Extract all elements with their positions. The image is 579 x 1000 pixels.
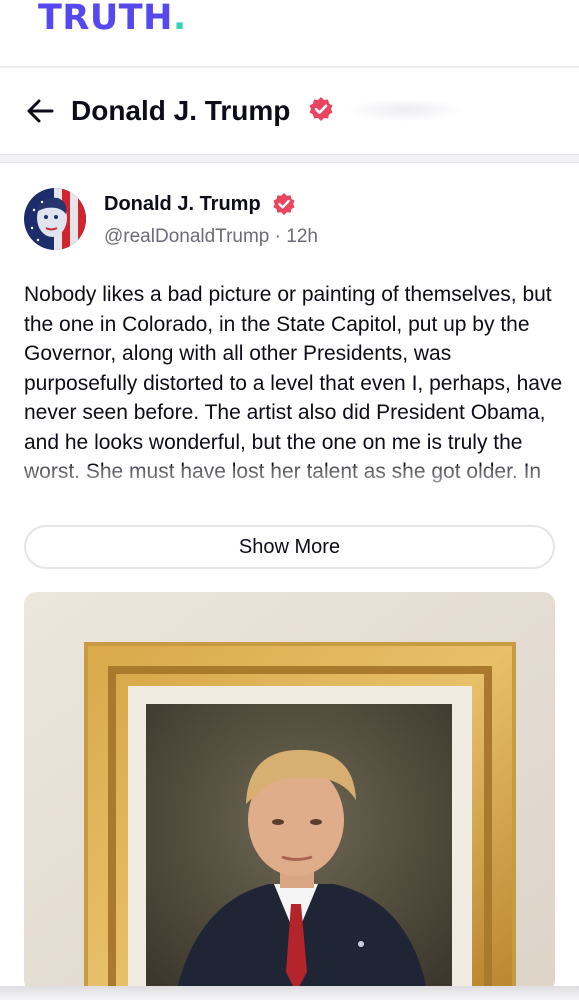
arrow-left-icon[interactable]	[26, 98, 54, 124]
truth-social-logo[interactable]: TRUTH.	[38, 0, 187, 38]
header-blur	[345, 98, 465, 122]
text-fade-overlay	[0, 466, 579, 508]
author-name[interactable]: Donald J. Trump	[104, 193, 261, 216]
logo-text: TRUTH	[38, 0, 173, 38]
verified-badge-icon	[308, 96, 334, 122]
profile-header: Donald J. Trump	[0, 68, 579, 156]
logo-dot: .	[172, 0, 187, 38]
page-title: Donald J. Trump	[71, 95, 291, 126]
author-handle-timestamp[interactable]: @realDonaldTrump · 12h	[104, 226, 318, 248]
section-divider	[0, 154, 579, 163]
bottom-edge	[0, 986, 579, 1000]
post-image[interactable]	[24, 592, 555, 992]
verified-badge-icon	[272, 192, 296, 216]
brand-bar: TRUTH.	[0, 0, 579, 66]
avatar[interactable]	[24, 188, 86, 250]
show-more-button[interactable]: Show More	[24, 525, 555, 569]
